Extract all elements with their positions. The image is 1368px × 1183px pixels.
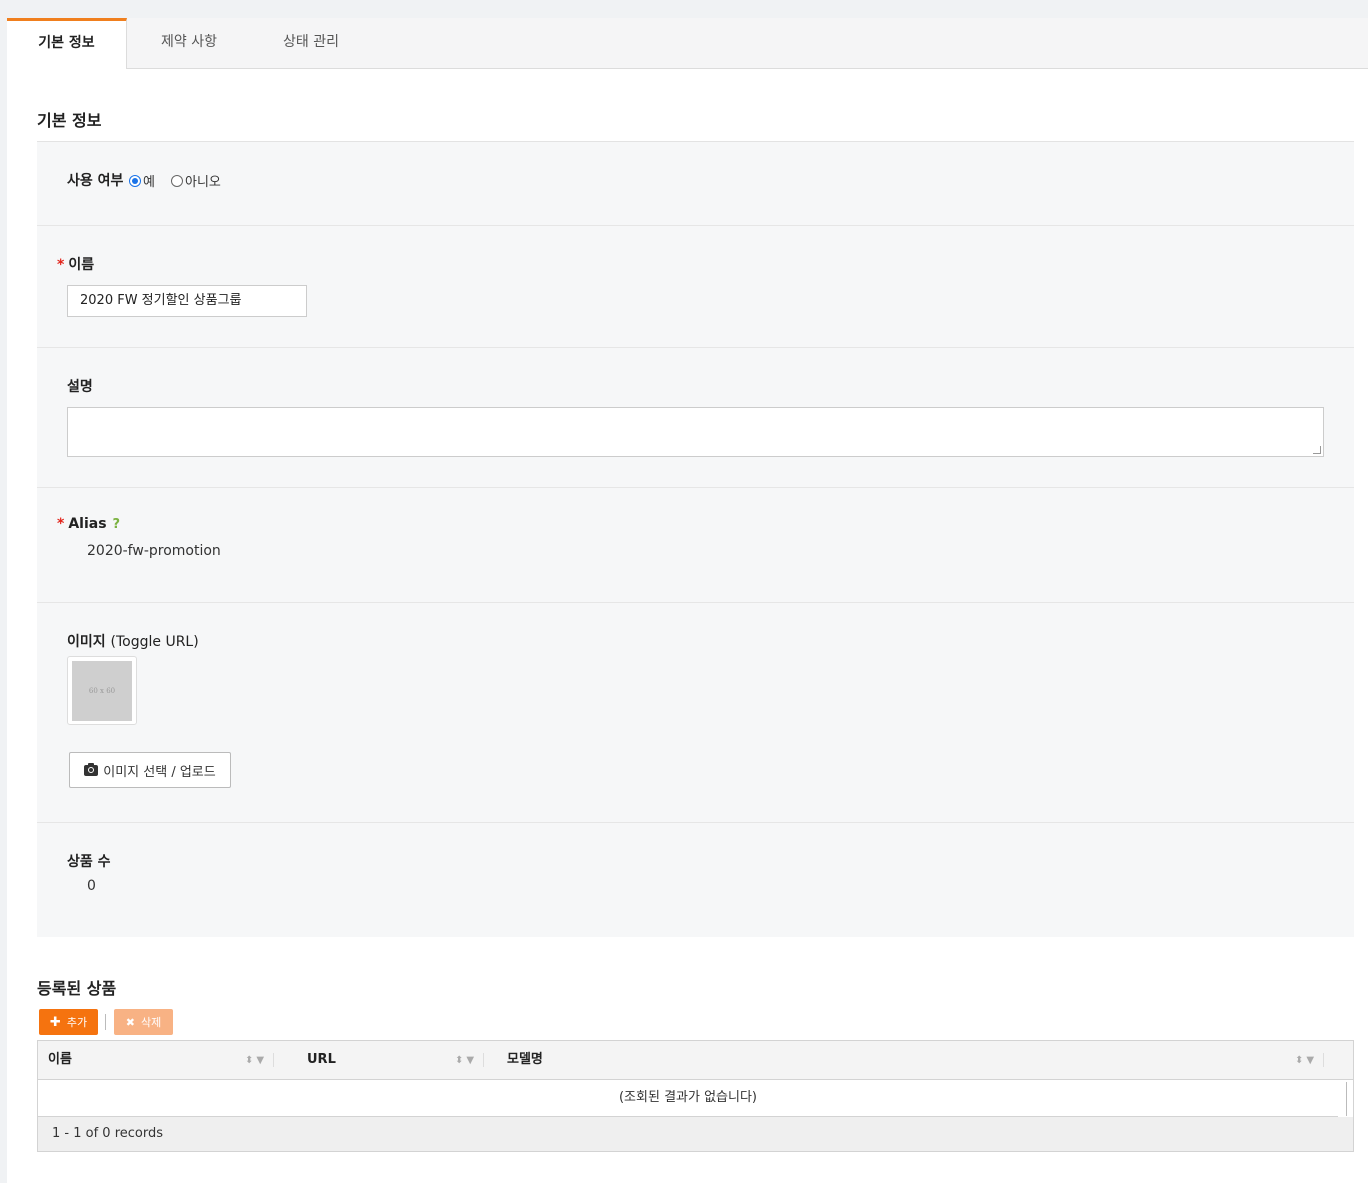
section-title-registered-products: 등록된 상품 bbox=[37, 979, 117, 998]
filter-icon[interactable]: ▼ bbox=[466, 1055, 474, 1066]
delete-button-label: 삭제 bbox=[140, 1016, 162, 1029]
basic-info-panel: 사용 여부 예 아니오 * 이름 2020 FW 정기할인 상품그룹 설명 * Al… bbox=[37, 141, 1354, 937]
tab-basic-info[interactable]: 기본 정보 bbox=[7, 18, 127, 69]
alias-row: * Alias? 2020-fw-promotion bbox=[37, 488, 1354, 603]
products-grid: 이름 ⬍ ▼ URL ⬍ ▼ 모델명 ⬍ ▼ (조회된 결과가 없습니다) 1 - 1… bbox=[37, 1040, 1354, 1152]
radio-unchecked-icon bbox=[171, 174, 183, 187]
alias-label-text: Alias bbox=[68, 516, 107, 532]
column-resize-handle[interactable] bbox=[483, 1053, 485, 1067]
usage-yes-radio[interactable]: 예 bbox=[129, 171, 155, 190]
alias-value: 2020-fw-promotion bbox=[87, 543, 221, 559]
section-title-basic-info: 기본 정보 bbox=[37, 111, 102, 130]
image-row: 이미지 (Toggle URL) 60 x 60 이미지 선택 / 업로드 bbox=[37, 603, 1354, 823]
toggle-url-link[interactable]: (Toggle URL) bbox=[111, 634, 199, 650]
column-resize-handle[interactable] bbox=[1323, 1053, 1325, 1067]
sort-icon[interactable]: ⬍ bbox=[1295, 1055, 1303, 1066]
image-label-text: 이미지 bbox=[67, 634, 106, 650]
product-count-row: 상품 수 0 bbox=[37, 823, 1354, 937]
image-placeholder: 60 x 60 bbox=[72, 661, 132, 721]
image-upload-button[interactable]: 이미지 선택 / 업로드 bbox=[69, 752, 231, 788]
column-header-url[interactable]: URL bbox=[307, 1041, 336, 1079]
help-icon[interactable]: ? bbox=[113, 517, 121, 532]
button-separator bbox=[105, 1014, 106, 1030]
add-button-label: 추가 bbox=[66, 1016, 88, 1029]
name-row: * 이름 2020 FW 정기할인 상품그룹 bbox=[37, 226, 1354, 348]
description-textarea[interactable] bbox=[67, 407, 1324, 457]
name-input[interactable]: 2020 FW 정기할인 상품그룹 bbox=[67, 285, 307, 317]
tab-status-management[interactable]: 상태 관리 bbox=[251, 18, 371, 69]
radio-checked-icon bbox=[129, 174, 141, 187]
resize-handle-icon[interactable] bbox=[1313, 446, 1321, 454]
tab-constraints[interactable]: 제약 사항 bbox=[127, 18, 251, 69]
image-label: 이미지 (Toggle URL) bbox=[67, 631, 199, 651]
required-marker: * bbox=[57, 257, 65, 273]
usage-no-label: 아니오 bbox=[185, 175, 221, 190]
grid-empty-message: (조회된 결과가 없습니다) bbox=[38, 1080, 1338, 1117]
product-count-value: 0 bbox=[87, 878, 96, 894]
close-icon: ✖ bbox=[125, 1015, 135, 1029]
column-header-model[interactable]: 모델명 bbox=[507, 1041, 543, 1079]
plus-icon: ✚ bbox=[49, 1014, 61, 1030]
grid-scrollbar[interactable] bbox=[1346, 1082, 1347, 1116]
add-button[interactable]: ✚ 추가 bbox=[39, 1009, 98, 1035]
column-header-name[interactable]: 이름 bbox=[48, 1041, 72, 1079]
grid-header: 이름 ⬍ ▼ URL ⬍ ▼ 모델명 ⬍ ▼ bbox=[38, 1041, 1353, 1080]
image-thumbnail: 60 x 60 bbox=[67, 656, 137, 725]
usage-row: 사용 여부 예 아니오 bbox=[37, 142, 1354, 226]
page-container: 기본 정보 제약 사항 상태 관리 기본 정보 사용 여부 예 아니오 * 이름 … bbox=[7, 18, 1368, 1183]
tab-bar: 기본 정보 제약 사항 상태 관리 bbox=[7, 18, 1368, 69]
required-marker: * bbox=[57, 516, 65, 532]
sort-icon[interactable]: ⬍ bbox=[245, 1055, 253, 1066]
camera-icon bbox=[84, 762, 99, 776]
name-label-text: 이름 bbox=[68, 257, 95, 273]
sort-icon[interactable]: ⬍ bbox=[455, 1055, 463, 1066]
usage-no-radio[interactable]: 아니오 bbox=[171, 171, 221, 190]
filter-icon[interactable]: ▼ bbox=[256, 1055, 264, 1066]
column-tools-model: ⬍ ▼ bbox=[1295, 1041, 1325, 1079]
image-upload-button-label: 이미지 선택 / 업로드 bbox=[103, 764, 216, 780]
description-label: 설명 bbox=[67, 379, 93, 395]
column-tools-url: ⬍ ▼ bbox=[455, 1041, 485, 1079]
filter-icon[interactable]: ▼ bbox=[1306, 1055, 1314, 1066]
column-tools-name: ⬍ ▼ bbox=[245, 1041, 275, 1079]
description-row: 설명 bbox=[37, 348, 1354, 488]
product-count-label: 상품 수 bbox=[67, 854, 111, 870]
alias-label: * Alias? bbox=[57, 516, 120, 532]
usage-yes-label: 예 bbox=[143, 175, 155, 190]
delete-button[interactable]: ✖ 삭제 bbox=[114, 1009, 173, 1035]
column-resize-handle[interactable] bbox=[273, 1053, 275, 1067]
name-label: * 이름 bbox=[57, 254, 94, 274]
grid-footer-record-count: 1 - 1 of 0 records bbox=[38, 1117, 1353, 1151]
usage-label: 사용 여부 bbox=[67, 173, 124, 189]
